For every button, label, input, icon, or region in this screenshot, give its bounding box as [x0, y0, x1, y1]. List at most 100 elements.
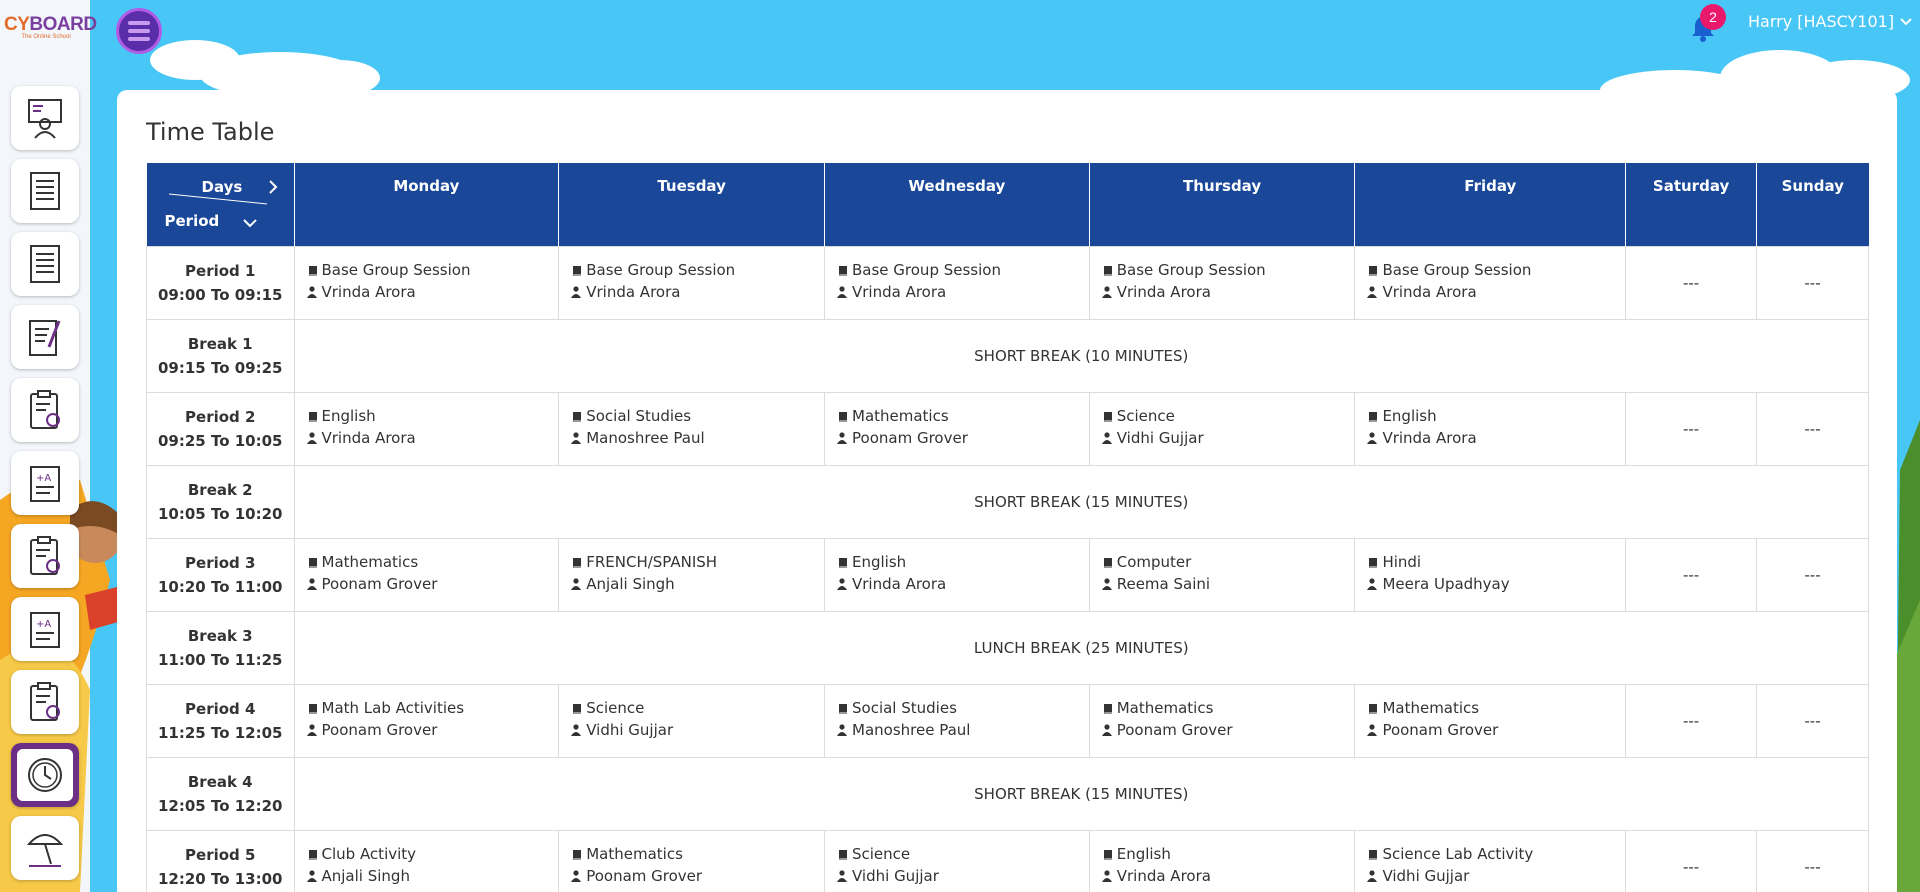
sidebar-item-holiday[interactable] [11, 816, 79, 880]
person-icon [837, 724, 847, 736]
break-cell: SHORT BREAK (10 MINUTES) [293, 319, 1869, 393]
person-icon [571, 578, 582, 590]
person-icon [837, 578, 847, 590]
sidebar-item-checklist-2[interactable] [11, 524, 79, 588]
teacher-name: Poonam Grover [1116, 721, 1233, 739]
sidebar-item-checklist-3[interactable] [11, 670, 79, 734]
subject-name: Science Lab Activity [1382, 845, 1534, 863]
period-row: Period 4 11:25 To 12:05 Math Lab Activitie… [146, 684, 1869, 758]
sidebar-item-notes-2[interactable] [11, 232, 79, 296]
grade-sheet-icon-2: +A [30, 612, 60, 648]
book-icon [839, 850, 847, 860]
book-icon [308, 558, 317, 568]
timetable-cell: Social Studies Manoshree Paul [824, 684, 1090, 758]
person-icon [1367, 286, 1378, 298]
empty-cell: --- [1625, 246, 1758, 320]
subject-name: English [852, 553, 907, 571]
timetable-cell: Club Activity Anjali Singh [293, 830, 560, 892]
subject-name: Mathematics [1382, 699, 1480, 717]
book-icon [1369, 850, 1378, 860]
clock-icon [28, 758, 62, 792]
day-header: Wednesday [824, 163, 1090, 247]
timetable-cell: Computer Reema Saini [1088, 538, 1356, 612]
person-icon [1367, 870, 1378, 882]
subject-name: Computer [1116, 553, 1192, 571]
teacher-name: Poonam Grover [1382, 721, 1499, 739]
timetable-cell: Science Vidhi Gujjar [824, 830, 1090, 892]
timetable-cell: Social Studies Manoshree Paul [558, 392, 825, 466]
teacher-name: Anjali Singh [586, 575, 675, 593]
period-name: Break 2 [187, 481, 253, 499]
menu-toggle-button[interactable] [116, 8, 162, 54]
break-row: Break 3 11:00 To 11:25 LUNCH BREAK (25 MIN… [146, 611, 1869, 685]
empty-cell: --- [1756, 246, 1869, 320]
timetable-cell: Base Group Session Vrinda Arora [1354, 246, 1627, 320]
book-icon [839, 266, 847, 276]
sidebar-item-timetable[interactable] [11, 743, 79, 807]
person-icon [306, 870, 317, 882]
teacher-name: Poonam Grover [586, 867, 703, 885]
teacher-name: Vrinda Arora [1382, 283, 1477, 301]
teacher-name: Manoshree Paul [852, 721, 971, 739]
day-header: Friday [1354, 163, 1627, 247]
book-icon [1369, 558, 1378, 568]
person-icon [1101, 432, 1112, 444]
teacher-name: Vrinda Arora [321, 283, 416, 301]
book-icon [1369, 704, 1378, 714]
subject-name: Base Group Session [321, 261, 471, 279]
teacher-name: Vrinda Arora [1382, 429, 1477, 447]
chevron-down-icon [1900, 17, 1912, 25]
subject-name: Mathematics [852, 407, 949, 425]
empty-cell: --- [1625, 392, 1758, 466]
teacher-name: Vrinda Arora [1116, 867, 1211, 885]
person-icon [1101, 286, 1112, 298]
day-header: Monday [294, 163, 560, 247]
table-header-row: Days Period Monday Tuesday Wednesday Thu… [146, 163, 1869, 247]
sidebar-item-notes[interactable] [11, 159, 79, 223]
person-icon [837, 432, 847, 444]
corner-period-label: Period [164, 212, 220, 230]
teacher-name: Vrinda Arora [586, 283, 681, 301]
sidebar-item-checklist[interactable] [11, 378, 79, 442]
subject-name: Hindi [1382, 553, 1422, 571]
person-icon [571, 432, 582, 444]
period-row: Period 2 09:25 To 10:05 English Vrinda Aror… [146, 392, 1869, 466]
sidebar-item-homework[interactable] [11, 305, 79, 369]
period-label-cell: Period 1 09:00 To 09:15 [146, 246, 295, 320]
user-menu[interactable]: Harry [HASCY101] [1748, 12, 1912, 31]
subject-name: Base Group Session [586, 261, 736, 279]
timetable-cell: English Vrinda Arora [1354, 392, 1627, 466]
teacher-name: Vidhi Gujjar [852, 867, 939, 885]
svg-text:+A: +A [36, 473, 51, 484]
period-time: 12:05 To 12:20 [158, 797, 283, 815]
subject-name: Science [1116, 407, 1175, 425]
period-label-cell: Period 3 10:20 To 11:00 [146, 538, 295, 612]
person-icon [306, 286, 317, 298]
sidebar-item-grade-sheet-2[interactable]: +A [11, 597, 79, 661]
period-name: Period 5 [185, 846, 256, 864]
period-time: 11:00 To 11:25 [158, 651, 283, 669]
timetable-cell: English Vrinda Arora [824, 538, 1090, 612]
day-header: Thursday [1089, 163, 1356, 247]
timetable-cell: Mathematics Poonam Grover [1354, 684, 1627, 758]
notes-icon [30, 172, 60, 210]
sidebar-item-grade-sheet[interactable]: +A [11, 451, 79, 515]
period-name: Break 1 [187, 335, 253, 353]
book-icon [573, 558, 582, 568]
timetable-cell: English Vrinda Arora [1088, 830, 1356, 892]
notification-badge: 2 [1700, 4, 1726, 30]
period-label-cell: Period 2 09:25 To 10:05 [146, 392, 295, 466]
chevron-right-icon [268, 180, 277, 194]
subject-name: Mathematics [1116, 699, 1214, 717]
day-header: Saturday [1625, 163, 1758, 247]
checklist-icon [30, 390, 60, 429]
person-icon [1367, 578, 1378, 590]
timetable-cell: Science Vidhi Gujjar [558, 684, 825, 758]
break-row: Break 2 10:05 To 10:20 SHORT BREAK (15 MIN… [146, 465, 1869, 539]
sidebar-item-classroom[interactable] [11, 86, 79, 150]
book-icon [1103, 266, 1112, 276]
book-icon [308, 412, 317, 422]
empty-cell: --- [1756, 538, 1869, 612]
app-logo[interactable]: CYBOARD The Online School [4, 14, 97, 44]
teacher-name: Vidhi Gujjar [1382, 867, 1470, 885]
